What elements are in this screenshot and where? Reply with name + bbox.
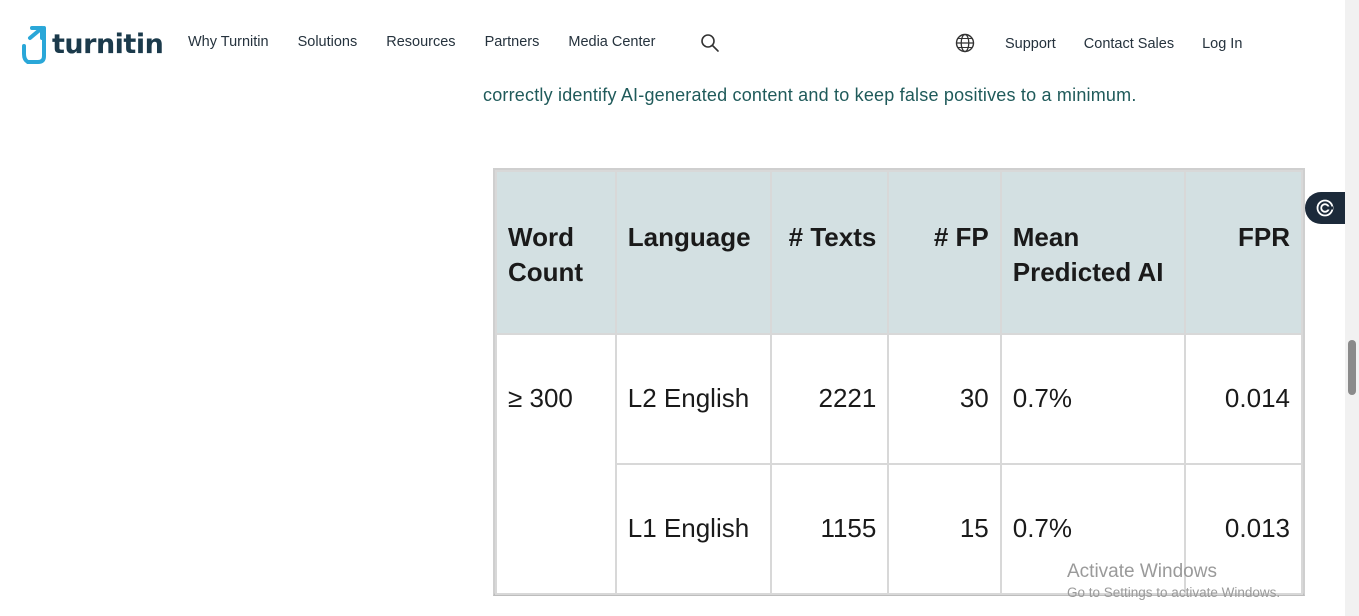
turnitin-logo[interactable]: turnitin (22, 24, 164, 64)
login-link[interactable]: Log In (1202, 36, 1242, 52)
side-widget-icon (1316, 199, 1334, 217)
activate-windows-watermark: Activate Windows Go to Settings to activ… (1067, 561, 1280, 603)
intro-line: correctly identify AI-generated content … (483, 85, 1137, 105)
table-header-row: Word Count Language # Texts # FP Mean Pr… (495, 170, 1303, 335)
cell-fpr: 0.014 (1184, 333, 1303, 465)
main-nav: Why Turnitin Solutions Resources Partner… (188, 34, 655, 50)
globe-icon[interactable] (955, 33, 975, 53)
nav-partners[interactable]: Partners (485, 34, 540, 50)
cell-texts: 2221 (769, 333, 890, 465)
cell-word-count: ≥ 300 (495, 333, 617, 595)
logo-text: turnitin (52, 28, 164, 60)
utility-nav: Support Contact Sales Log In (955, 33, 1270, 53)
fpr-table-container: Word Count Language # Texts # FP Mean Pr… (493, 168, 1305, 596)
cell-language: L2 English (614, 333, 772, 465)
cell-fp: 15 (887, 463, 1002, 595)
watermark-title: Activate Windows (1067, 561, 1217, 582)
cell-mean-predicted-ai: 0.7% (999, 333, 1187, 465)
scroll-thumb[interactable] (1348, 340, 1356, 395)
contact-sales-link[interactable]: Contact Sales (1084, 36, 1174, 52)
turnitin-logo-icon (22, 26, 46, 64)
side-widget-button[interactable] (1305, 192, 1345, 224)
nav-solutions[interactable]: Solutions (298, 34, 358, 50)
fpr-table: Word Count Language # Texts # FP Mean Pr… (495, 170, 1303, 595)
cell-texts: 1155 (769, 463, 890, 595)
cell-language: L1 English (614, 463, 772, 595)
header-fp: # FP (887, 170, 1002, 335)
intro-line-clipped (483, 68, 1243, 82)
intro-paragraph: correctly identify AI-generated content … (483, 68, 1243, 108)
page-scrollbar[interactable] (1345, 0, 1359, 616)
header-word-count: Word Count (495, 170, 617, 335)
header-language: Language (614, 170, 772, 335)
watermark-subtitle: Go to Settings to activate Windows. (1067, 585, 1281, 600)
nav-why-turnitin[interactable]: Why Turnitin (188, 34, 269, 50)
header-texts: # Texts (769, 170, 890, 335)
support-link[interactable]: Support (1005, 36, 1056, 52)
table-row: ≥ 300 L2 English 2221 30 0.7% 0.014 (495, 333, 1303, 595)
header-fpr: FPR (1184, 170, 1303, 335)
nav-resources[interactable]: Resources (386, 34, 455, 50)
search-icon[interactable] (700, 33, 720, 53)
header-mean-predicted-ai: Mean Predicted AI (999, 170, 1187, 335)
cell-fp: 30 (887, 333, 1002, 465)
nav-media-center[interactable]: Media Center (568, 34, 655, 50)
